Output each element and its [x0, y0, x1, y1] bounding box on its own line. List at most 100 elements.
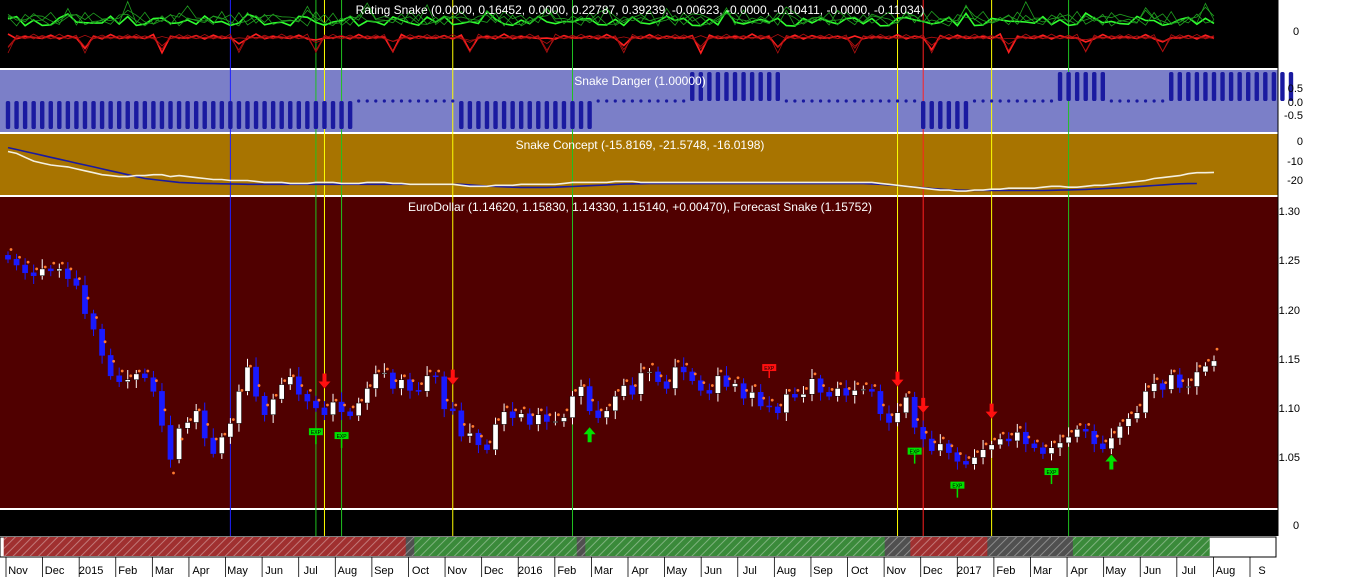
danger-bar-down	[116, 101, 122, 129]
candle-body	[1211, 360, 1217, 367]
x-tick-label: Aug	[1216, 565, 1236, 577]
candle-body	[766, 405, 773, 408]
x-tick-label: Sep	[374, 565, 394, 577]
price-panel-title: EuroDollar (1.14620, 1.15830, 1.14330, 1…	[408, 200, 872, 214]
danger-dot	[844, 99, 848, 103]
danger-dot	[827, 99, 831, 103]
danger-bar-down	[82, 101, 88, 129]
forecast-dot	[283, 379, 287, 383]
candle-body	[1005, 438, 1012, 442]
candle-body	[1202, 365, 1209, 373]
price-y-tick-4: 1.15	[1279, 354, 1300, 366]
danger-bar-down	[955, 101, 960, 129]
danger-bar-down	[151, 101, 156, 129]
candle-body	[278, 384, 285, 400]
danger-bar-up	[724, 72, 729, 101]
forecast-dot	[941, 436, 945, 440]
danger-bar-up	[1246, 72, 1251, 101]
forecast-dot	[462, 423, 466, 426]
candle-body	[107, 355, 114, 377]
forecast-dot	[1010, 432, 1014, 436]
candle-body	[441, 376, 448, 410]
candle-body	[133, 373, 140, 380]
candle-body	[47, 268, 54, 272]
candle-body	[449, 408, 456, 412]
danger-bar-down	[5, 101, 11, 129]
forecast-dot	[146, 369, 150, 373]
danger-dot	[647, 99, 652, 103]
x-tick-label: Jun	[704, 565, 722, 577]
candle-body	[749, 392, 755, 399]
danger-dot	[391, 99, 395, 103]
candle-body	[236, 391, 242, 424]
danger-bar-down	[65, 101, 71, 129]
danger-dot	[1024, 99, 1028, 103]
danger-bar-up	[715, 72, 721, 101]
forecast-dot	[950, 444, 954, 448]
trend-strip-hatch	[1072, 537, 1210, 556]
exit-marker-label: EXP	[311, 430, 322, 436]
danger-dot	[1032, 99, 1036, 103]
danger-dot	[682, 99, 686, 103]
danger-dot	[1135, 99, 1139, 103]
forecast-dot	[873, 384, 877, 387]
forecast-dot	[471, 424, 475, 428]
forecast-dot	[557, 413, 560, 417]
danger-bar-down	[253, 101, 259, 129]
forecast-dot	[172, 471, 175, 475]
danger-bar-down	[176, 101, 182, 129]
forecast-dot	[591, 398, 595, 402]
x-tick-label: Dec	[45, 565, 65, 577]
x-tick-label: Mar	[155, 565, 174, 577]
candle-body	[364, 388, 371, 404]
candle-body	[1117, 426, 1123, 439]
danger-bar-up	[1280, 72, 1285, 101]
danger-bar-up	[1203, 72, 1208, 101]
danger-bar-down	[236, 101, 242, 129]
danger-dot	[801, 99, 806, 103]
forecast-dot	[959, 452, 962, 455]
x-tick-label: Nov	[886, 565, 906, 577]
trend-strip-hatch	[414, 537, 586, 556]
forecast-dot	[377, 369, 381, 373]
forecast-dot	[95, 316, 98, 319]
x-tick-label: Apr	[192, 565, 209, 577]
danger-bar-down	[459, 101, 464, 129]
danger-bar-up	[1194, 72, 1200, 101]
candle-body	[843, 388, 850, 396]
candle-body	[338, 401, 345, 413]
forecast-dot	[1138, 403, 1142, 407]
forecast-dot	[274, 393, 278, 397]
danger-bar-down	[587, 101, 592, 129]
danger-bar-up	[741, 72, 746, 101]
candle-body	[124, 379, 131, 382]
danger-bar-down	[134, 101, 139, 129]
forecast-dot	[112, 359, 116, 363]
candle-body	[1040, 447, 1046, 454]
forecast-dot	[308, 389, 312, 392]
forecast-dot	[642, 366, 646, 370]
candle-body	[715, 375, 721, 394]
x-tick-label: Jul	[304, 565, 318, 577]
danger-bar-up	[1228, 72, 1234, 101]
danger-dot	[622, 99, 626, 103]
candle-body	[783, 394, 790, 414]
danger-bar-up	[1169, 72, 1174, 101]
candle-body	[381, 372, 388, 375]
x-tick-label: Sep	[813, 565, 833, 577]
danger-bar-up	[732, 72, 738, 101]
trend-strip-hatch	[910, 537, 996, 556]
danger-panel-title: Snake Danger (1.00000)	[574, 74, 705, 88]
danger-dot	[630, 99, 634, 103]
danger-bar-down	[536, 101, 541, 129]
candle-body	[903, 396, 909, 414]
danger-bar-down	[270, 101, 276, 129]
forecast-dot	[933, 440, 937, 444]
rating-panel-title: Rating Snake (0.0000, 0.16452, 0.0000, 0…	[356, 3, 925, 17]
candle-body	[167, 425, 174, 460]
forecast-dot	[505, 405, 509, 409]
forecast-dot	[60, 261, 64, 265]
forecast-dot	[43, 265, 47, 269]
danger-bar-up	[1186, 72, 1191, 101]
danger-y-tick-3: -0.5	[1284, 110, 1303, 122]
